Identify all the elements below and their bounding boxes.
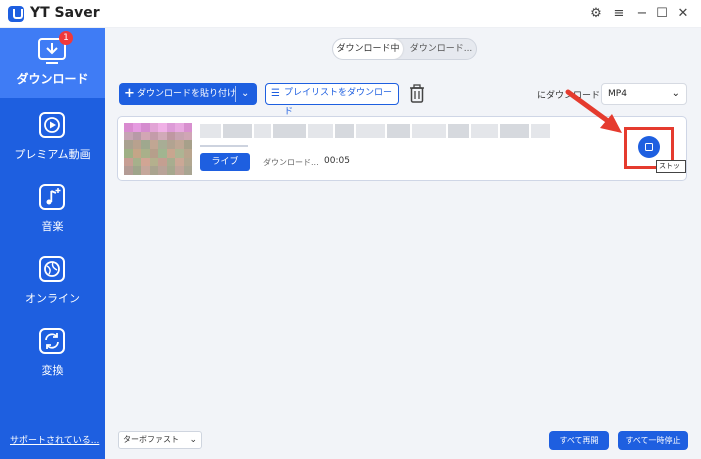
menu-icon[interactable]: ≡ <box>610 5 628 23</box>
sidebar-item-convert[interactable]: 変換 <box>0 320 105 390</box>
sidebar-item-online[interactable]: オンライン <box>0 248 105 318</box>
chevron-down-icon: ⌄ <box>671 88 680 99</box>
play-icon <box>39 112 65 138</box>
title-underline <box>200 145 248 147</box>
sidebar-item-label: オンライン <box>25 292 80 305</box>
playlist-download-label: プレイリストをダウンロード <box>284 88 393 117</box>
maximize-icon[interactable]: ☐ <box>653 5 671 23</box>
download-status: ダウンロード... <box>263 158 319 167</box>
speed-select[interactable]: ターボファスト ⌄ <box>118 431 202 449</box>
paste-download-label: ダウンロードを貼り付け <box>137 89 237 99</box>
download-item: ライブ ダウンロード... 00:05 <box>117 116 687 181</box>
sidebar-item-label: 音楽 <box>41 220 64 233</box>
minimize-icon[interactable]: − <box>633 5 651 23</box>
list-icon: ☰ <box>271 88 280 99</box>
paste-download-button[interactable]: + ダウンロードを貼り付け ⌄ <box>119 83 257 105</box>
sidebar: 1 ダウンロード プレミアム動画 音楽 オンライン 変換 サポートされている..… <box>0 28 105 459</box>
app-logo-icon <box>8 6 24 22</box>
title-bar: YT Saver ⚙ ≡ − ☐ ✕ <box>0 0 701 28</box>
tab-downloaded[interactable]: ダウンロード... <box>405 39 476 59</box>
notification-badge: 1 <box>59 31 73 45</box>
live-badge: ライブ <box>200 153 250 171</box>
download-tabs: ダウンロード中 ダウンロード... <box>332 38 477 60</box>
chevron-down-icon: ⌄ <box>189 435 197 445</box>
tab-downloading[interactable]: ダウンロード中 <box>333 39 403 59</box>
close-icon[interactable]: ✕ <box>674 5 692 23</box>
app-title: YT Saver <box>30 5 100 21</box>
chevron-down-icon[interactable]: ⌄ <box>241 83 249 105</box>
sidebar-item-label: ダウンロード <box>16 72 89 86</box>
sidebar-item-download[interactable]: 1 ダウンロード <box>0 28 105 98</box>
format-value: MP4 <box>608 89 627 99</box>
pause-all-button[interactable]: すべて一時停止 <box>618 431 688 450</box>
sidebar-item-premium-video[interactable]: プレミアム動画 <box>0 104 105 174</box>
video-thumbnail <box>124 123 192 175</box>
plus-icon: + <box>124 86 135 101</box>
playlist-download-button[interactable]: ☰ プレイリストをダウンロード <box>265 83 399 117</box>
sidebar-item-label: 変換 <box>41 364 64 377</box>
format-select[interactable]: MP4 ⌄ <box>601 83 687 105</box>
speed-value: ターボファスト <box>123 435 179 444</box>
settings-icon[interactable]: ⚙ <box>587 5 605 23</box>
stop-tooltip: ストップ <box>656 160 686 173</box>
main-panel: ダウンロード中 ダウンロード... + ダウンロードを貼り付け ⌄ ☰ プレイリ… <box>105 28 701 459</box>
music-icon <box>39 184 65 210</box>
video-title-blurred <box>200 124 550 138</box>
button-divider <box>235 86 236 102</box>
convert-icon <box>39 328 65 354</box>
resume-all-button[interactable]: すべて再開 <box>549 431 609 450</box>
trash-icon[interactable] <box>408 84 426 104</box>
format-label: にダウンロード <box>537 91 601 101</box>
sidebar-item-label: プレミアム動画 <box>14 148 91 161</box>
sidebar-item-music[interactable]: 音楽 <box>0 176 105 246</box>
elapsed-time: 00:05 <box>324 156 350 166</box>
supported-sites-link[interactable]: サポートされている... <box>10 433 99 446</box>
globe-icon <box>39 256 65 282</box>
stop-button[interactable] <box>638 136 660 158</box>
